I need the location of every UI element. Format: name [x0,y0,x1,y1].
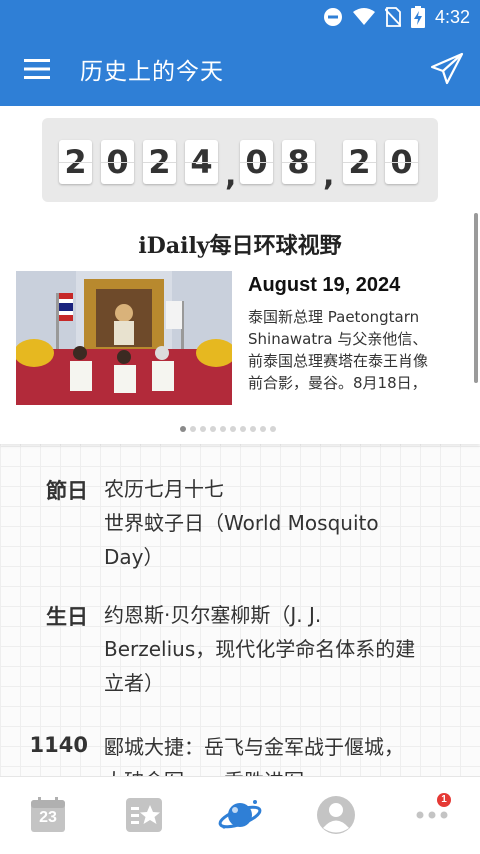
battery-charging-icon [410,6,425,28]
event-line: Berzelius，现代化学命名体系的建 [104,637,416,661]
do-not-disturb-icon [323,8,342,26]
tab-favorites[interactable] [96,777,192,854]
app-bar: 历史上的今天 [0,34,480,106]
tab-profile[interactable] [288,777,384,854]
daily-text-line: Shinawatra 与父亲他信、 [248,330,428,348]
tab-calendar[interactable]: 23 [0,777,96,854]
daily-text-line: 前泰国总理赛塔在泰王肖像 [248,352,429,370]
tab-discover[interactable] [192,777,288,854]
event-label: 生日 [46,605,88,629]
day-digit: 2 [343,140,376,184]
event-text[interactable]: 约恩斯·贝尔塞柳斯（J. J. Berzelius，现代化学命名体系的建 立者） [104,598,464,700]
event-text[interactable]: 农历七月十七 世界蚊子日（World Mosquito Day） [104,472,464,574]
page-dot[interactable] [180,426,186,432]
menu-icon[interactable] [24,58,50,80]
page-dot[interactable] [200,426,206,432]
event-line: 大破金军……乘胜进军 [104,764,464,776]
year-digit: 0 [101,140,134,184]
tab-more[interactable]: 1 [384,777,480,854]
no-sim-icon [384,7,401,27]
event-line: 约恩斯·贝尔塞柳斯（J. J. [104,603,322,627]
event-text[interactable]: 郾城大捷：岳飞与金军战于偃城， 大破金军……乘胜进军 [104,730,464,776]
year-digit: 4 [185,140,218,184]
photo-illustration [16,271,232,405]
status-time: 4:32 [434,6,470,27]
main-content[interactable]: 2 0 2 4 , 0 8 , 2 0 iDaily每日环球视野 August … [0,106,480,776]
top-card: 2 0 2 4 , 0 8 , 2 0 iDaily每日环球视野 August … [0,106,480,444]
page-dot[interactable] [250,426,256,432]
daily-date: August 19, 2024 [248,274,401,296]
page-title: 历史上的今天 [80,59,224,85]
month-digit: 8 [282,140,315,184]
profile-icon [317,796,355,834]
page-indicator [180,426,276,434]
daily-title: iDaily每日环球视野 [138,233,342,259]
daily-text-line: 前合影，曼谷。8月18日， [248,374,427,392]
page-dot[interactable] [220,426,226,432]
daily-text-line: 泰国新总理 Paetongtarn [248,308,420,326]
bottom-tab-bar: 23 1 [0,776,480,854]
event-line: 农历七月十七 [104,477,224,501]
page-dot[interactable] [240,426,246,432]
page-dot[interactable] [260,426,266,432]
event-line: Day） [104,545,164,569]
favorites-icon [126,798,162,832]
page-dot[interactable] [270,426,276,432]
month-digit: 0 [240,140,273,184]
wifi-icon [352,8,375,25]
event-line: 郾城大捷：岳飞与金军战于偃城， [104,735,404,759]
date-separator: , [323,158,335,193]
daily-description[interactable]: 泰国新总理 Paetongtarn Shinawatra 与父亲他信、 前泰国总… [248,306,470,394]
planet-icon [218,800,262,829]
date-separator: , [225,158,237,193]
event-label: 節日 [46,479,88,503]
more-icon [416,811,448,819]
status-icons: 4:32 [323,5,470,29]
scrollbar[interactable] [474,213,478,383]
notification-badge: 1 [437,793,451,807]
event-line: 世界蚊子日（World Mosquito [104,511,379,535]
year-digit: 2 [143,140,176,184]
send-icon[interactable] [430,52,464,86]
year-digit: 2 [59,140,92,184]
day-digit: 0 [385,140,418,184]
daily-photo[interactable] [16,271,232,405]
page-dot[interactable] [210,426,216,432]
calendar-day: 23 [39,809,57,826]
event-line: 立者） [104,671,164,695]
page-dot[interactable] [190,426,196,432]
page-dot[interactable] [230,426,236,432]
date-counter[interactable]: 2 0 2 4 , 0 8 , 2 0 [42,118,438,202]
status-bar: 4:32 [0,0,480,34]
event-label: 1140 [29,733,88,757]
